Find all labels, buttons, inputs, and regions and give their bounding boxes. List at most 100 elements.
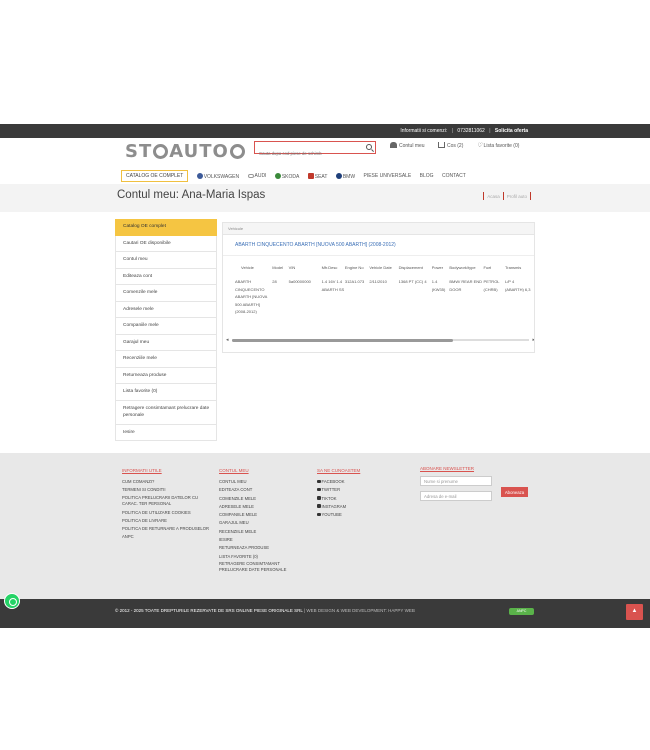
nav-audi[interactable]: AUDI: [247, 173, 266, 179]
tab-vehicles[interactable]: Vehicule: [222, 222, 535, 235]
instagram-link[interactable]: INSTAGRAM: [317, 503, 397, 511]
sidebar-item-catalog[interactable]: Catalog OE complet: [115, 219, 217, 236]
sidebar-item-oe-searches[interactable]: Cautari OE disponibile: [115, 235, 217, 252]
cart-link[interactable]: Cos (2): [437, 142, 469, 149]
footer-link[interactable]: CUM COMANZI?: [122, 478, 212, 486]
footer-link[interactable]: ADRESELE MELE: [219, 503, 307, 511]
scroll-right-icon[interactable]: ▸: [532, 337, 534, 343]
request-offer-link[interactable]: Solicita oferta: [495, 128, 528, 134]
youtube-link[interactable]: YOUTUBE: [317, 511, 397, 519]
footer-link[interactable]: GARAJUL MEU: [219, 519, 307, 527]
table-cell: 2/11/2010: [369, 279, 387, 284]
footer-link[interactable]: CONTUL MEU: [219, 478, 307, 486]
search-input[interactable]: [255, 148, 360, 159]
twitter-link[interactable]: TWITTER: [317, 486, 397, 494]
anpc-badge[interactable]: ANPC: [509, 608, 534, 615]
favorites-link[interactable]: ♡ Lista favorite (0): [477, 143, 526, 149]
sidebar-item-logout[interactable]: Iesire: [115, 424, 217, 441]
page-title-bar: Contul meu: Ana-Maria Ispas Acasa Profil …: [0, 184, 650, 212]
nav-skoda[interactable]: SKODA: [274, 172, 299, 180]
breadcrumb-home[interactable]: Acasa: [487, 194, 500, 199]
horizontal-scrollbar[interactable]: ◂ ▸: [226, 337, 534, 343]
footer-link[interactable]: RETURNEAZA PRODUSE: [219, 544, 307, 552]
sidebar-item-withdraw-consent[interactable]: Retragere consimtamant prelucrare date p…: [115, 400, 217, 425]
phone-link[interactable]: 0732811062: [457, 128, 484, 134]
tiktok-icon: [317, 496, 321, 500]
scroll-left-icon[interactable]: ◂: [226, 337, 229, 343]
column-header: Mfr.Desc: [321, 265, 338, 270]
search-icon[interactable]: [366, 144, 372, 150]
sidebar-item-addresses[interactable]: Adresele mele: [115, 301, 217, 318]
audi-logo-icon: [247, 174, 254, 178]
footer-heading: ABONARE NEWSLETTER: [420, 466, 475, 471]
scrollbar-thumb[interactable]: [232, 338, 453, 342]
sidebar-item-account[interactable]: Contul meu: [115, 252, 217, 269]
credits-link[interactable]: | WEB DESIGN & WEB DEVELOPMENT: HAPPY WE…: [304, 608, 415, 613]
nav-volkswagen[interactable]: VOLKSWAGEN: [196, 172, 239, 180]
footer-heading: CONTUL MEU: [219, 468, 249, 473]
nav-bmw[interactable]: BMW: [335, 172, 355, 180]
column-header: Power: [431, 265, 444, 270]
vehicle-table: Vehicle Model VIN Mfr.Desc Engine No Veh…: [231, 265, 534, 316]
youtube-icon: [317, 512, 321, 517]
footer-social-column: SA NE CUNOASTEM FACEBOOK TWITTER TIKTOK …: [317, 468, 397, 519]
sidebar-item-companies[interactable]: Companiile mele: [115, 318, 217, 335]
site-logo[interactable]: ST AUTO: [125, 141, 246, 162]
table-cell: PETROL (CHRB): [483, 279, 500, 292]
page-title: Contul meu: Ana-Maria Ispas: [117, 189, 266, 201]
sidebar-item-orders[interactable]: Comenzile mele: [115, 285, 217, 302]
column-header: Bodywork/type: [449, 265, 476, 270]
footer-newsletter-column: ABONARE NEWSLETTER Nume si prenume Adres…: [420, 466, 530, 506]
instagram-icon: [317, 504, 321, 508]
footer-link[interactable]: IESIRE: [219, 536, 307, 544]
column-header: VIN: [288, 265, 296, 270]
newsletter-name-input[interactable]: Nume si prenume: [420, 476, 492, 486]
subscribe-button[interactable]: Aboneaza: [501, 487, 528, 497]
table-row[interactable]: ABARTH CINQUECENTO ABARTH [NUOVA 500 ABA…: [231, 278, 534, 316]
footer-link[interactable]: COMENZILE MELE: [219, 495, 307, 503]
footer-link[interactable]: RECENZIILE MELE: [219, 528, 307, 536]
nav-contact[interactable]: CONTACT: [442, 173, 466, 179]
cart-icon: [437, 142, 445, 148]
copyright-bar: © 2012 - 2025 TOATE DREPTURILE REZERVATE…: [0, 599, 650, 628]
footer-link[interactable]: EDITEAZA CONT: [219, 486, 307, 494]
footer-link[interactable]: ANPC: [122, 533, 212, 541]
table-cell: 5a00000000: [288, 279, 311, 284]
search-box: [254, 141, 376, 159]
column-header: Displacement: [398, 265, 423, 270]
footer-link[interactable]: RETRAGERE CONSIMTAMANT PRELUCRARE DATE P…: [219, 561, 307, 573]
nav-seat[interactable]: SEAT: [307, 172, 327, 180]
footer-link[interactable]: POLITICA DE RETURNARE A PRODUSELOR: [122, 525, 212, 533]
sidebar-item-returns[interactable]: Returneaza produse: [115, 367, 217, 384]
footer-link[interactable]: LISTA FAVORITE (0): [219, 553, 307, 561]
top-info-bar: Informatii si comenzi: | 0732811062 | So…: [0, 124, 650, 138]
garage-panel: Vehicule ABARTH CINQUECENTO ABARTH [NUOV…: [222, 222, 535, 353]
whatsapp-icon[interactable]: [4, 593, 20, 609]
table-cell: ABARTH CINQUECENTO ABARTH [NUOVA 500 ABA…: [235, 279, 268, 314]
footer-link[interactable]: TERMENI SI CONDITII: [122, 486, 212, 494]
scroll-to-top-button[interactable]: ▲: [626, 604, 643, 620]
table-cell: 1.4 (KW35): [431, 279, 446, 292]
info-label: Informatii si comenzi:: [400, 128, 448, 134]
footer-link[interactable]: POLITICA DE LIVRARE: [122, 517, 212, 525]
column-header: Vehicle: [241, 265, 254, 270]
account-link[interactable]: Contul meu: [390, 142, 431, 149]
tiktok-link[interactable]: TIKTOK: [317, 495, 397, 503]
breadcrumb: Acasa Profil auto: [480, 192, 534, 200]
newsletter-email-input[interactable]: Adresa de e-mail: [420, 491, 492, 501]
nav-blog[interactable]: BLOG: [420, 173, 434, 179]
sidebar-item-reviews[interactable]: Recenziile mele: [115, 351, 217, 368]
footer-link[interactable]: POLITICA DE UTILIZARE COOKIES: [122, 509, 212, 517]
footer-link[interactable]: POLITICA PRELUCRARII DATELOR CU CARAC. T…: [122, 495, 212, 507]
skoda-logo-icon: [274, 172, 281, 179]
nav-universal-parts[interactable]: PIESE UNIVERSALE: [363, 173, 411, 179]
sidebar-item-edit-account[interactable]: Editeaza cont: [115, 268, 217, 285]
footer-link[interactable]: COMPANIILE MELE: [219, 511, 307, 519]
sidebar-item-garage[interactable]: Garajul meu: [115, 334, 217, 351]
facebook-link[interactable]: FACEBOOK: [317, 478, 397, 486]
sidebar-item-favorites[interactable]: Lista favorite (0): [115, 384, 217, 401]
vehicle-title-link[interactable]: ABARTH CINQUECENTO ABARTH [NUOVA 500 ABA…: [235, 242, 396, 248]
footer-heading: SA NE CUNOASTEM: [317, 468, 361, 473]
breadcrumb-current: Profil auto: [506, 194, 527, 199]
nav-catalog-oe[interactable]: CATALOG OE COMPLET: [121, 170, 189, 182]
